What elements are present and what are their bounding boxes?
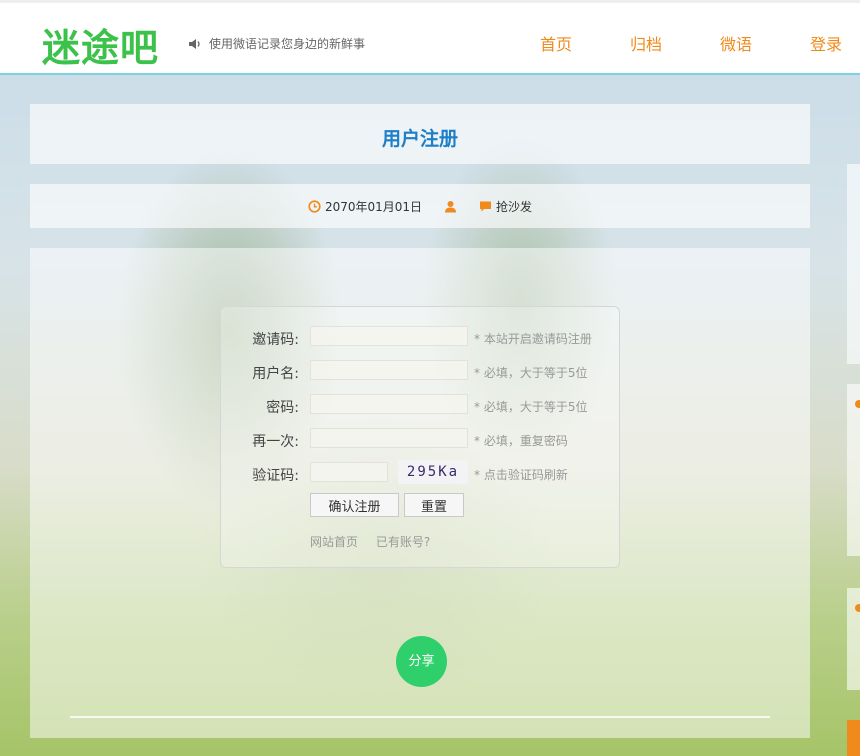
home-link[interactable]: 网站首页 — [310, 535, 358, 549]
comment-link[interactable]: 抢沙发 — [496, 198, 532, 215]
confirm-password-hint: * 必填，重复密码 — [474, 434, 568, 448]
confirm-password-input[interactable] — [310, 428, 468, 448]
site-header: 迷途吧 使用微语记录您身边的新鲜事 首页 归档 微语 登录 — [0, 0, 860, 75]
username-row: 用户名: * 必填，大于等于5位 — [221, 360, 621, 382]
invite-code-label: 邀请码: — [252, 332, 299, 348]
captcha-image[interactable]: 295Ka — [398, 460, 468, 484]
username-hint: * 必填，大于等于5位 — [474, 366, 588, 380]
nav-archive[interactable]: 归档 — [630, 31, 662, 55]
have-account-link[interactable]: 已有账号? — [376, 535, 430, 549]
title-panel: 用户注册 — [30, 104, 810, 164]
page-title: 用户注册 — [381, 128, 458, 150]
nav-login[interactable]: 登录 — [810, 31, 842, 55]
password-hint: * 必填，大于等于5位 — [474, 400, 588, 414]
captcha-label: 验证码: — [252, 468, 299, 484]
user-icon[interactable] — [444, 200, 457, 213]
confirm-password-row: 再一次: * 必填，重复密码 — [221, 428, 621, 450]
nav-home[interactable]: 首页 — [540, 31, 572, 55]
invite-code-input[interactable] — [310, 326, 468, 346]
invite-code-row: 邀请码: * 本站开启邀请码注册 — [221, 326, 621, 348]
post-meta: 2070年01月01日 抢沙发 — [30, 198, 810, 215]
share-button[interactable]: 分享 — [396, 636, 447, 687]
register-form: 邀请码: * 本站开启邀请码注册 用户名: * 必填，大于等于5位 密码: * … — [220, 306, 620, 568]
captcha-input[interactable] — [310, 462, 388, 482]
invite-code-hint: * 本站开启邀请码注册 — [474, 332, 592, 346]
clock-icon — [308, 200, 321, 213]
sidebar-bullet — [855, 604, 860, 612]
confirm-password-label: 再一次: — [252, 434, 299, 450]
sidebar-bullet — [855, 400, 860, 408]
form-links: 网站首页 已有账号? — [310, 533, 444, 550]
captcha-hint: * 点击验证码刷新 — [474, 468, 568, 482]
password-label: 密码: — [266, 400, 299, 416]
password-input[interactable] — [310, 394, 468, 414]
password-row: 密码: * 必填，大于等于5位 — [221, 394, 621, 416]
sidebar-widget — [847, 164, 860, 364]
nav-weiyu[interactable]: 微语 — [720, 31, 752, 55]
divider — [70, 716, 770, 718]
captcha-row: 验证码: 295Ka * 点击验证码刷新 — [221, 460, 621, 484]
submit-button[interactable]: 确认注册 — [310, 493, 399, 517]
username-label: 用户名: — [252, 366, 299, 382]
post-date: 2070年01月01日 — [324, 200, 423, 214]
reset-button[interactable]: 重置 — [404, 493, 464, 517]
comment-icon — [480, 201, 492, 212]
meta-panel: 2070年01月01日 抢沙发 — [30, 184, 810, 228]
sidebar-widget — [847, 384, 860, 556]
username-input[interactable] — [310, 360, 468, 380]
sidebar-widget — [847, 720, 860, 756]
main-nav: 首页 归档 微语 登录 — [0, 31, 860, 55]
